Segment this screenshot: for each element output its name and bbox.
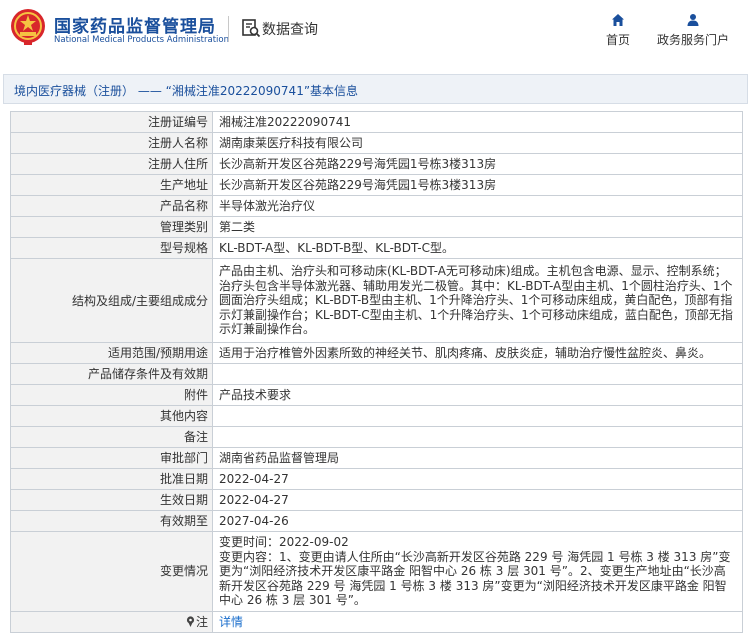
field-label: 结构及组成/主要组成成分 bbox=[10, 258, 213, 343]
field-label: 生产地址 bbox=[10, 174, 213, 196]
site-header: 国家药品监督管理局 National Medical Products Admi… bbox=[0, 0, 750, 62]
field-value: 湖南康莱医疗科技有限公司 bbox=[212, 132, 743, 154]
table-row: 型号规格 KL-BDT-A型、KL-BDT-B型、KL-BDT-C型。 bbox=[10, 237, 743, 259]
table-row: 变更情况 变更时间：2022-09-02 变更内容：1、变更由请人住所由“长沙高新开… bbox=[10, 531, 743, 612]
table-row: 注册证编号 湘械注准20222090741 bbox=[10, 111, 743, 133]
record-title-bar: 境内医疗器械（注册） —— “湘械注准20222090741”基本信息 bbox=[3, 74, 748, 104]
table-row: 结构及组成/主要组成成分 产品由主机、治疗头和可移动床(KL-BDT-A无可移动床… bbox=[10, 258, 743, 343]
field-value: 第二类 bbox=[212, 216, 743, 238]
field-value: 湘械注准20222090741 bbox=[212, 111, 743, 133]
table-row: 注册人名称 湖南康莱医疗科技有限公司 bbox=[10, 132, 743, 154]
field-value: 长沙高新开发区谷苑路229号海凭园1号栋3楼313房 bbox=[212, 153, 743, 175]
table-row: 产品名称 半导体激光治疗仪 bbox=[10, 195, 743, 217]
note-label: 注 bbox=[195, 614, 208, 629]
note-value-cell: 详情 bbox=[212, 610, 743, 633]
table-row: 附件 产品技术要求 bbox=[10, 384, 743, 406]
field-label: 管理类别 bbox=[10, 216, 213, 238]
field-value: 适用于治疗椎管外因素所致的神经关节、肌肉疼痛、皮肤炎症，辅助治疗慢性盆腔炎、鼻炎… bbox=[212, 342, 743, 364]
field-label: 注册证编号 bbox=[10, 111, 213, 133]
field-label: 变更情况 bbox=[10, 531, 213, 612]
table-row: 生产地址 长沙高新开发区谷苑路229号海凭园1号栋3楼313房 bbox=[10, 174, 743, 196]
field-label: 其他内容 bbox=[10, 405, 213, 427]
brand-title: 国家药品监督管理局 bbox=[54, 17, 216, 37]
nav-home[interactable]: 首页 bbox=[598, 10, 638, 50]
table-row: 审批部门 湖南省药品监督管理局 bbox=[10, 447, 743, 469]
nav-gov-label: 政务服务门户 bbox=[656, 33, 729, 47]
field-label: 产品名称 bbox=[10, 195, 213, 217]
field-label: 批准日期 bbox=[10, 468, 213, 490]
data-query-title: 数据查询 bbox=[262, 22, 318, 38]
nav-gov-service-portal[interactable]: 政务服务门户 bbox=[652, 10, 734, 50]
field-value: 变更时间：2022-09-02 变更内容：1、变更由请人住所由“长沙高新开发区谷苑… bbox=[212, 531, 743, 612]
field-label: 生效日期 bbox=[10, 489, 213, 511]
table-row: 产品储存条件及有效期 bbox=[10, 363, 743, 385]
table-row: 适用范围/预期用途 适用于治疗椎管外因素所致的神经关节、肌肉疼痛、皮肤炎症，辅助治… bbox=[10, 342, 743, 364]
table-row-note: 注详情 bbox=[10, 610, 743, 633]
field-value bbox=[212, 426, 743, 448]
field-value: 半导体激光治疗仪 bbox=[212, 195, 743, 217]
table-row: 注册人住所 长沙高新开发区谷苑路229号海凭园1号栋3楼313房 bbox=[10, 153, 743, 175]
field-value bbox=[212, 405, 743, 427]
note-label-cell: 注 bbox=[10, 610, 213, 633]
field-label: 产品储存条件及有效期 bbox=[10, 363, 213, 385]
national-emblem-icon bbox=[11, 9, 45, 45]
field-value: KL-BDT-A型、KL-BDT-B型、KL-BDT-C型。 bbox=[212, 237, 743, 259]
change-time: 变更时间：2022-09-02 bbox=[219, 535, 349, 549]
field-value: 2022-04-27 bbox=[212, 489, 743, 511]
brand-subtitle: National Medical Products Administration bbox=[54, 35, 229, 45]
field-value: 长沙高新开发区谷苑路229号海凭园1号栋3楼313房 bbox=[212, 174, 743, 196]
details-link[interactable]: 详情 bbox=[219, 615, 243, 629]
field-label: 注册人住所 bbox=[10, 153, 213, 175]
field-value: 产品技术要求 bbox=[212, 384, 743, 406]
record-title: 境内医疗器械（注册） —— “湘械注准20222090741”基本信息 bbox=[14, 84, 359, 98]
document-search-icon bbox=[242, 19, 261, 38]
field-label: 附件 bbox=[10, 384, 213, 406]
field-value: 湖南省药品监督管理局 bbox=[212, 447, 743, 469]
field-value: 2027-04-26 bbox=[212, 510, 743, 532]
field-value: 2022-04-27 bbox=[212, 468, 743, 490]
table-row: 有效期至 2027-04-26 bbox=[10, 510, 743, 532]
field-label: 适用范围/预期用途 bbox=[10, 342, 213, 364]
field-label: 注册人名称 bbox=[10, 132, 213, 154]
field-value: 产品由主机、治疗头和可移动床(KL-BDT-A无可移动床)组成。主机包含电源、显… bbox=[212, 258, 743, 343]
table-row: 批准日期 2022-04-27 bbox=[10, 468, 743, 490]
field-label: 审批部门 bbox=[10, 447, 213, 469]
nav-home-label: 首页 bbox=[605, 33, 630, 47]
field-value bbox=[212, 363, 743, 385]
device-info-table: 注册证编号 湘械注准20222090741 注册人名称 湖南康莱医疗科技有限公司 注册人… bbox=[10, 111, 743, 633]
home-icon bbox=[612, 14, 624, 26]
table-row: 备注 bbox=[10, 426, 743, 448]
person-icon bbox=[687, 14, 699, 26]
field-label: 备注 bbox=[10, 426, 213, 448]
header-divider bbox=[228, 16, 229, 42]
change-content: 变更内容：1、变更由请人住所由“长沙高新开发区谷苑路 229 号 海凭园 1 号… bbox=[219, 549, 731, 608]
table-row: 管理类别 第二类 bbox=[10, 216, 743, 238]
table-row: 生效日期 2022-04-27 bbox=[10, 489, 743, 511]
field-label: 有效期至 bbox=[10, 510, 213, 532]
field-label: 型号规格 bbox=[10, 237, 213, 259]
pin-icon bbox=[186, 616, 195, 627]
table-row: 其他内容 bbox=[10, 405, 743, 427]
